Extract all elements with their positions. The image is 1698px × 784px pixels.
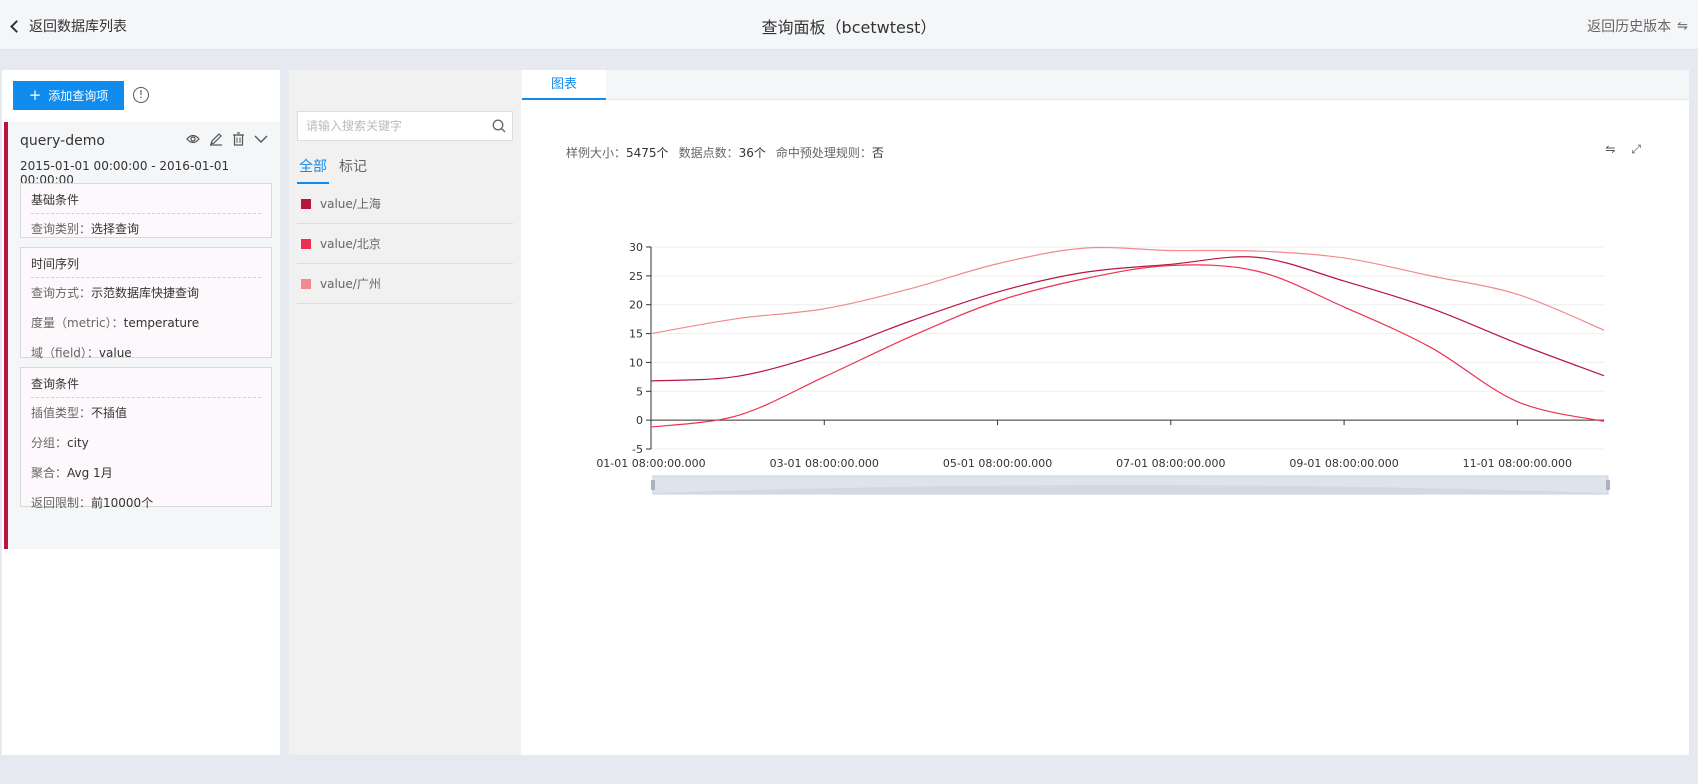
edit-icon[interactable] — [209, 132, 223, 146]
swap-icon[interactable]: ⇋ — [1605, 142, 1615, 157]
y-tick-label: 25 — [629, 270, 643, 283]
history-link-label: 返回历史版本 — [1587, 19, 1672, 35]
legend-swatch — [301, 198, 311, 209]
y-tick-label: -5 — [632, 443, 643, 456]
query-name: query-demo — [20, 133, 105, 149]
stat-data-points: 数据点数：36个 — [679, 144, 766, 161]
legend-label: value/上海 — [320, 197, 381, 211]
condition-row: 度量（metric）：temperature — [21, 308, 271, 338]
stat-sample-size: 样例大小：5475个 — [566, 144, 669, 161]
add-query-button[interactable]: + 添加查询项 — [13, 81, 124, 110]
eye-icon[interactable] — [186, 133, 200, 145]
condition-row: 返回限制：前10000个 — [21, 488, 271, 518]
condition-value: Avg 1月 — [67, 466, 113, 480]
chevron-down-icon[interactable] — [254, 134, 268, 144]
legend-list: value/上海 value/北京 value/广州 — [297, 184, 513, 304]
x-tick-label: 09-01 08:00:00.000 — [1289, 457, 1398, 470]
x-tick-label: 07-01 08:00:00.000 — [1116, 457, 1225, 470]
y-tick-label: 0 — [636, 414, 643, 427]
legend-item-beijing[interactable]: value/北京 — [297, 224, 513, 264]
chart-toolbar: ⇋ ⤢ — [1605, 142, 1641, 157]
history-version-link[interactable]: 返回历史版本 ⇋ — [1587, 16, 1688, 36]
query-card: query-demo 2015-01-01 00:00:00 - 2016-01… — [4, 122, 280, 549]
condition-key: 查询方式： — [31, 286, 92, 300]
x-tick-label: 01-01 08:00:00.000 — [596, 457, 705, 470]
condition-row: 插值类型：不插值 — [21, 398, 271, 428]
stat-key: 数据点数： — [678, 146, 739, 160]
tab-marked[interactable]: 标记 — [339, 156, 367, 184]
fullscreen-icon[interactable]: ⤢ — [1631, 142, 1641, 157]
condition-value: 前10000个 — [91, 496, 154, 510]
stat-value: 5475个 — [626, 146, 669, 160]
condition-row: 域（field）：value — [21, 338, 271, 368]
zoom-handle-left — [651, 480, 655, 490]
condition-value: 不插值 — [91, 406, 128, 420]
legend-panel: 全部 标记 value/上海 value/北京 value/广州 — [289, 70, 521, 755]
trash-icon[interactable] — [232, 132, 245, 146]
condition-value: city — [67, 436, 89, 450]
view-tabs: 图表 — [521, 70, 1689, 100]
stat-value: 否 — [871, 146, 884, 160]
y-tick-label: 20 — [629, 299, 643, 312]
tab-chart[interactable]: 图表 — [522, 70, 606, 100]
condition-row: 分组：city — [21, 428, 271, 458]
timeseries-title: 时间序列 — [31, 248, 261, 278]
condition-key: 度量（metric）： — [31, 316, 124, 330]
x-tick-label: 05-01 08:00:00.000 — [943, 457, 1052, 470]
x-tick-label: 03-01 08:00:00.000 — [770, 457, 879, 470]
legend-swatch — [301, 238, 311, 249]
zoom-handle-right — [1606, 480, 1610, 490]
plus-icon: + — [28, 86, 42, 104]
search-icon[interactable] — [492, 119, 506, 133]
stat-preprocess-hit: 命中预处理规则：否 — [776, 144, 884, 161]
condition-key: 查询类别： — [31, 222, 92, 236]
series-line — [650, 264, 1605, 428]
stat-value: 36个 — [738, 146, 766, 160]
query-conditions-box[interactable]: 查询条件 插值类型：不插值 分组：city 聚合：Avg 1月 返回限制：前10… — [20, 367, 272, 510]
condition-row: 查询方式：示范数据库快捷查询 — [21, 278, 271, 308]
legend-item-guangzhou[interactable]: value/广州 — [297, 264, 513, 304]
query-stats: 样例大小：5475个 数据点数：36个 命中预处理规则：否 — [566, 144, 884, 161]
basic-conditions-box[interactable]: 基础条件 查询类别：选择查询 — [20, 183, 272, 238]
stat-key: 命中预处理规则： — [775, 146, 872, 160]
condition-key: 插值类型： — [31, 406, 92, 420]
top-bar: 返回数据库列表 查询面板（bcetwtest） 返回历史版本 ⇋ — [0, 0, 1698, 50]
condition-key: 分组： — [31, 436, 68, 450]
condition-key: 聚合： — [31, 466, 68, 480]
y-tick-label: 5 — [636, 385, 643, 398]
query-list-panel: + 添加查询项 ! query-demo 2015-01-01 00:00:00… — [2, 70, 280, 755]
query-conditions-title: 查询条件 — [31, 368, 261, 398]
y-tick-label: 10 — [629, 356, 643, 369]
swap-icon: ⇋ — [1677, 18, 1688, 34]
y-tick-label: 30 — [629, 241, 643, 254]
basic-conditions-title: 基础条件 — [31, 184, 261, 214]
legend-label: value/广州 — [320, 277, 381, 291]
timeseries-box[interactable]: 时间序列 查询方式：示范数据库快捷查询 度量（metric）：temperatu… — [20, 247, 272, 360]
legend-item-shanghai[interactable]: value/上海 — [297, 184, 513, 224]
legend-tabs: 全部 标记 — [297, 156, 377, 184]
condition-value: value — [98, 346, 132, 360]
legend-search-input[interactable] — [298, 112, 478, 140]
legend-label: value/北京 — [320, 237, 381, 251]
condition-key: 域（field）： — [31, 346, 99, 360]
add-query-label: 添加查询项 — [48, 89, 109, 103]
tab-all[interactable]: 全部 — [297, 156, 329, 184]
legend-swatch — [301, 278, 311, 289]
page-title: 查询面板（bcetwtest） — [761, 18, 937, 37]
stat-key: 样例大小： — [566, 146, 627, 160]
condition-value: 示范数据库快捷查询 — [91, 286, 200, 300]
condition-value: 选择查询 — [91, 222, 140, 236]
info-icon[interactable]: ! — [133, 87, 149, 103]
y-tick-label: 15 — [629, 328, 643, 341]
condition-key: 返回限制： — [31, 496, 92, 510]
line-chart: -5 0 5 10 15 20 25 30 01-01 08:00:00.000 03-01 08… — [596, 241, 1610, 495]
condition-row: 聚合：Avg 1月 — [21, 458, 271, 488]
chart-panel: 图表 样例大小：5475个 数据点数：36个 命中预处理规则：否 ⇋ ⤢ -5 0… — [521, 70, 1689, 755]
query-actions — [186, 132, 268, 146]
legend-search — [297, 111, 513, 141]
x-tick-label: 11-01 08:00:00.000 — [1463, 457, 1572, 470]
condition-value: temperature — [123, 316, 200, 330]
condition-row: 查询类别：选择查询 — [21, 214, 271, 244]
